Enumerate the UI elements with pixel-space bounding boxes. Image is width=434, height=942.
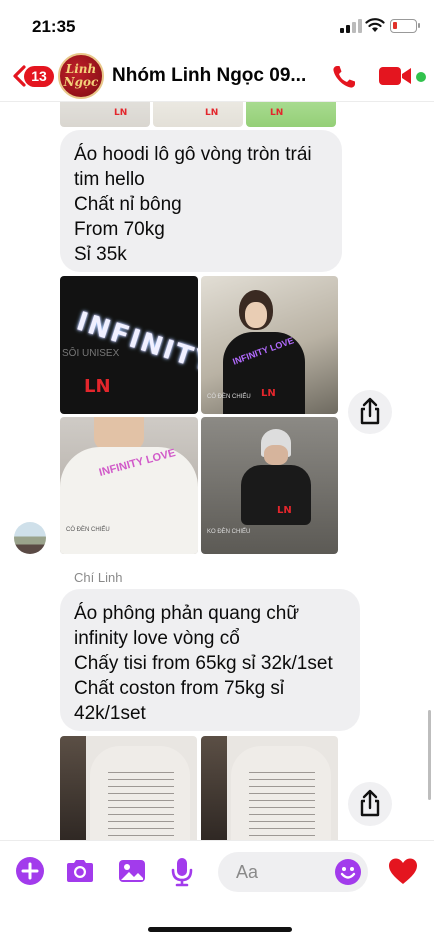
photo-brand-label: LN [84, 376, 111, 397]
photo-brand-label: LN [205, 108, 219, 118]
share-icon [360, 397, 380, 425]
share-button[interactable] [348, 782, 392, 826]
message-photo[interactable]: INFINITY LOVE CÓ ĐÈN CHIẾU [60, 417, 198, 554]
smiley-icon[interactable] [334, 858, 362, 886]
camera-icon[interactable] [64, 855, 96, 887]
sender-name: Chí Linh [74, 570, 123, 585]
microphone-icon[interactable] [166, 855, 198, 887]
photo-brand-label: LN [270, 108, 284, 118]
phone-icon[interactable] [330, 63, 358, 91]
heart-icon[interactable] [388, 857, 418, 885]
message-photo[interactable]: LN [153, 102, 243, 127]
message-line: Chất coston from 75kg sỉ [74, 678, 285, 699]
message-bubble[interactable]: Áo phông phản quang chữ infinity love vò… [60, 589, 360, 731]
message-photo[interactable]: LN [246, 102, 336, 127]
status-bar: 21:35 [0, 0, 434, 50]
photo-caption: CÓ ĐÈN CHIẾU [66, 527, 110, 533]
message-input-placeholder: Aa [236, 862, 259, 882]
message-photo[interactable]: LN KO ĐÈN CHIẾU [201, 417, 338, 554]
message-line: Áo hoodi lô gô vòng tròn trái [74, 144, 312, 165]
photo-tag-text: SÔI UNISEX [62, 348, 120, 359]
cellular-signal-icon [340, 19, 362, 33]
home-indicator[interactable] [148, 927, 292, 932]
photo-brand-label: LN [277, 505, 292, 516]
photo-icon[interactable] [116, 855, 148, 887]
message-line: Sỉ 35k [74, 244, 127, 265]
message-photo[interactable]: INFINITY LOVE LN CÓ ĐÈN CHIẾU [201, 276, 338, 414]
message-photo[interactable] [201, 736, 338, 840]
message-line: Chất nỉ bông [74, 194, 182, 215]
scroll-indicator[interactable] [428, 710, 431, 800]
group-avatar[interactable]: Linh Ngọc [58, 53, 104, 99]
message-photo[interactable]: LN [60, 102, 150, 127]
plus-circle-icon[interactable] [14, 855, 46, 887]
status-time: 21:35 [32, 17, 76, 36]
message-bubble[interactable]: Áo hoodi lô gô vòng tròn trái tim hello … [60, 130, 342, 272]
photo-brand-label: LN [114, 108, 128, 118]
group-logo: Linh Ngọc [60, 63, 102, 89]
photo-print-text: INFINITY [72, 306, 198, 380]
chat-header: 13 Linh Ngọc Nhóm Linh Ngọc 09... [0, 50, 434, 102]
online-status-dot [416, 72, 426, 82]
share-button[interactable] [348, 390, 392, 434]
message-line: tim hello [74, 169, 145, 190]
sender-avatar[interactable] [14, 522, 46, 554]
message-line: infinity love vòng cổ [74, 628, 240, 649]
message-line: Chấy tisi from 65kg sỉ 32k/1set [74, 653, 333, 674]
message-photo[interactable] [60, 736, 197, 840]
chat-title[interactable]: Nhóm Linh Ngọc 09... [112, 65, 320, 87]
share-icon [360, 789, 380, 817]
photo-caption: KO ĐÈN CHIẾU [207, 529, 251, 535]
video-camera-icon[interactable] [378, 64, 412, 88]
message-photo[interactable]: INFINITY SÔI UNISEX LN [60, 276, 198, 414]
unread-badge: 13 [24, 66, 54, 87]
wifi-icon [365, 18, 385, 32]
photo-caption: CÓ ĐÈN CHIẾU [207, 394, 251, 400]
group-logo-line2: Ngọc [63, 75, 99, 89]
message-list[interactable]: LN LN LN Áo hoodi lô gô vòng tròn trái t… [0, 102, 434, 840]
message-line: 42k/1set [74, 703, 146, 724]
message-line: From 70kg [74, 219, 165, 240]
message-line: Áo phông phản quang chữ [74, 603, 300, 624]
photo-brand-label: LN [261, 388, 276, 399]
battery-icon [390, 19, 420, 33]
back-button[interactable]: 13 [8, 62, 54, 90]
